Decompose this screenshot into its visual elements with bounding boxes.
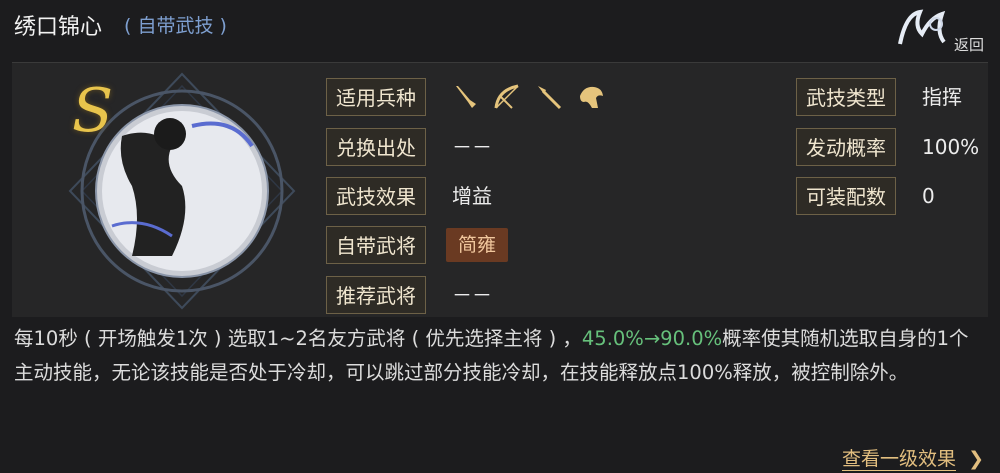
value-effect: 增益: [452, 184, 492, 208]
probability-highlight: 45.0%→90.0%: [581, 327, 723, 350]
description-text: 每10秒 ( 开场触发1次 ) 选取1~2名友方武将 ( 优先选择主将 ) ，: [14, 327, 582, 350]
game-logo-icon: [898, 9, 946, 45]
value-recommended: －－: [452, 283, 492, 307]
skill-title: 绣口锦心: [14, 15, 103, 40]
label-recommended: 推荐武将: [326, 276, 426, 314]
value-skill-type: 指挥: [922, 85, 962, 109]
horse-icon: [580, 86, 603, 108]
label-own-general: 自带武将: [326, 226, 426, 264]
label-effect: 武技效果: [326, 177, 426, 215]
bow-icon: [494, 84, 519, 109]
view-level1-effect-label[interactable]: 查看一级效果: [842, 448, 957, 471]
label-skill-type: 武技类型: [796, 78, 896, 116]
label-source: 兑换出处: [326, 128, 426, 166]
label-equip-count: 可装配数: [796, 177, 896, 215]
grade-letter: S: [72, 76, 114, 146]
spear-icon: [538, 86, 562, 110]
label-troop-types: 适用兵种: [326, 78, 426, 116]
label-trigger-rate: 发动概率: [796, 128, 896, 166]
sword-icon: [456, 86, 476, 108]
own-general-tag[interactable]: 简雍: [446, 228, 508, 262]
skill-subtitle: ( 自带武技 ): [124, 15, 227, 37]
value-trigger-rate: 100%: [922, 135, 980, 159]
title-bar: 绣口锦心 ( 自带武技 ) 返回: [0, 0, 1000, 55]
view-level1-effect-link[interactable]: 查看一级效果 ❯: [842, 444, 984, 471]
chevron-right-icon: ❯: [968, 448, 984, 470]
value-source: －－: [452, 135, 492, 159]
back-button[interactable]: 返回: [954, 34, 984, 55]
value-equip-count: 0: [922, 184, 935, 208]
troop-type-icons: [450, 82, 606, 112]
skill-description: 每10秒 ( 开场触发1次 ) 选取1~2名友方武将 ( 优先选择主将 ) ，4…: [14, 322, 986, 390]
